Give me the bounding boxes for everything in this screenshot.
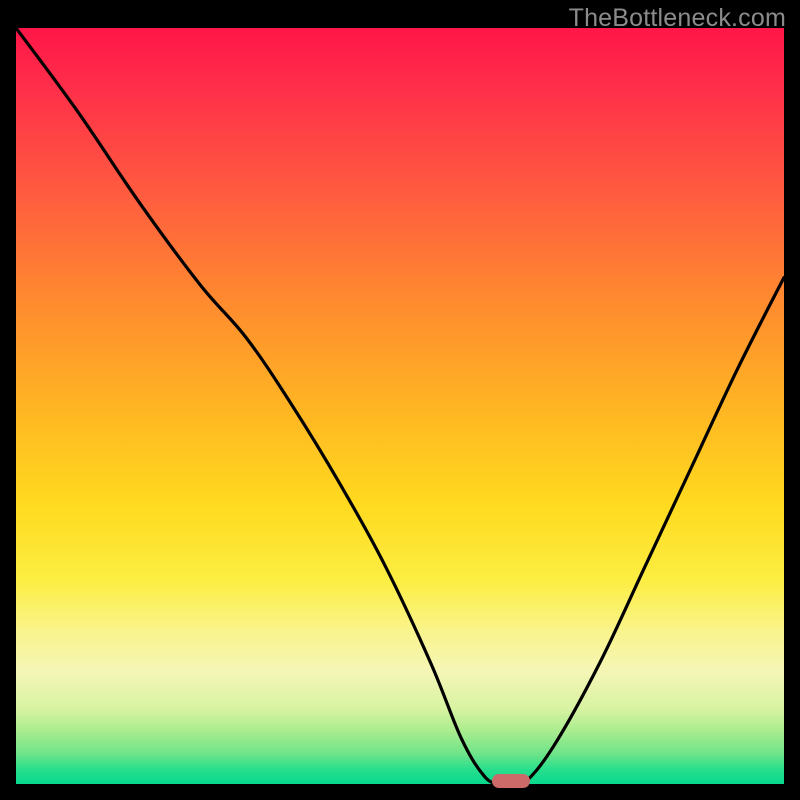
plot-area (16, 28, 784, 784)
bottleneck-curve (16, 28, 784, 784)
chart-frame: TheBottleneck.com (0, 0, 800, 800)
curve-path (16, 28, 784, 784)
optimal-marker (492, 774, 530, 788)
